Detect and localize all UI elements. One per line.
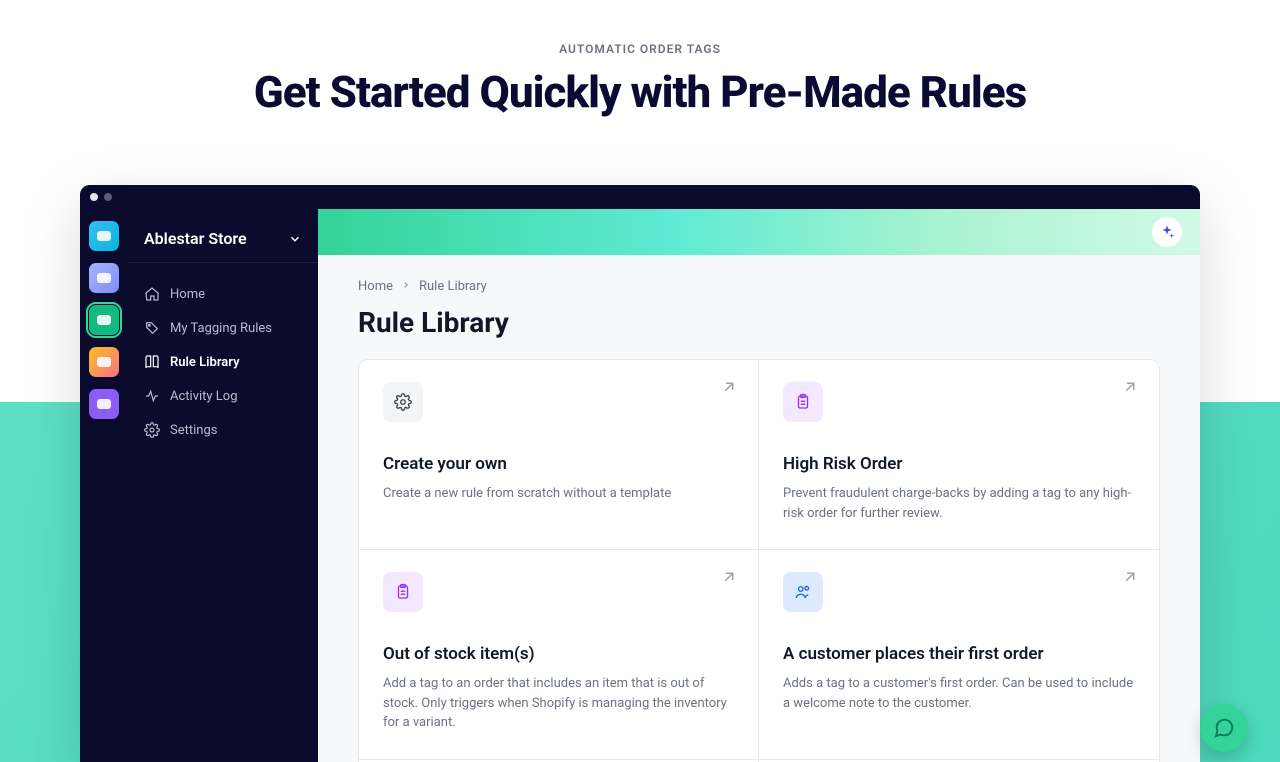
arrow-up-right-icon — [1121, 378, 1139, 400]
store-switcher[interactable]: Ablestar Store — [128, 223, 318, 263]
chevron-right-icon — [401, 279, 411, 294]
page-title: Rule Library — [358, 306, 1160, 339]
arrow-up-right-icon — [720, 378, 738, 400]
card-title: High Risk Order — [783, 454, 1135, 474]
rail-app-4[interactable] — [89, 347, 119, 377]
breadcrumb: Home Rule Library — [358, 279, 1160, 294]
chevron-down-icon — [288, 232, 302, 246]
hero-overline: AUTOMATIC ORDER TAGS — [0, 42, 1280, 56]
rail-app-2[interactable] — [89, 263, 119, 293]
sidebar-item-home[interactable]: Home — [128, 277, 318, 311]
rule-card-grid: Create your own Create a new rule from s… — [358, 359, 1160, 762]
gear-icon — [383, 382, 423, 422]
sidebar-item-label: My Tagging Rules — [170, 321, 272, 336]
store-name: Ablestar Store — [144, 229, 247, 248]
card-title: Out of stock item(s) — [383, 644, 734, 664]
card-description: Create a new rule from scratch without a… — [383, 484, 734, 504]
tag-icon — [144, 320, 160, 336]
rail-app-5[interactable] — [89, 389, 119, 419]
sidebar-item-tagging[interactable]: My Tagging Rules — [128, 311, 318, 345]
rule-card-first-order[interactable]: A customer places their first order Adds… — [759, 550, 1159, 760]
sidebar-item-activity[interactable]: Activity Log — [128, 379, 318, 413]
rule-card-create[interactable]: Create your own Create a new rule from s… — [359, 360, 759, 550]
card-title: Create your own — [383, 454, 734, 474]
page: Home Rule Library Rule Library Create yo… — [318, 255, 1200, 762]
gear-icon — [144, 422, 160, 438]
sparkle-icon — [1159, 224, 1175, 240]
sidebar-item-label: Activity Log — [170, 389, 238, 404]
app-rail — [80, 209, 128, 762]
arrow-up-right-icon — [1121, 568, 1139, 590]
rule-card-high-risk[interactable]: High Risk Order Prevent fraudulent charg… — [759, 360, 1159, 550]
clipboard-icon — [783, 382, 823, 422]
sidebar: Ablestar Store Home My Tagging Rules Rul… — [128, 209, 318, 762]
rule-card-out-of-stock[interactable]: Out of stock item(s) Add a tag to an ord… — [359, 550, 759, 760]
breadcrumb-home[interactable]: Home — [358, 279, 393, 294]
topbar — [318, 209, 1200, 255]
window-dot-icon — [104, 193, 112, 201]
sidebar-item-library[interactable]: Rule Library — [128, 345, 318, 379]
home-icon — [144, 286, 160, 302]
sidebar-item-settings[interactable]: Settings — [128, 413, 318, 447]
sidebar-item-label: Home — [170, 287, 205, 302]
hero-title: Get Started Quickly with Pre-Made Rules — [0, 66, 1280, 118]
help-fab[interactable] — [1200, 704, 1248, 752]
window-titlebar — [80, 185, 1200, 209]
card-title: A customer places their first order — [783, 644, 1135, 664]
card-description: Prevent fraudulent charge-backs by addin… — [783, 484, 1135, 523]
arrow-up-right-icon — [720, 568, 738, 590]
breadcrumb-current: Rule Library — [419, 279, 487, 294]
card-description: Adds a tag to a customer's first order. … — [783, 674, 1135, 713]
window-dot-icon — [90, 193, 98, 201]
book-icon — [144, 354, 160, 370]
sidebar-item-label: Rule Library — [170, 355, 240, 370]
sidebar-nav: Home My Tagging Rules Rule Library Activ… — [128, 277, 318, 447]
users-icon — [783, 572, 823, 612]
sidebar-item-label: Settings — [170, 423, 217, 438]
rail-app-3[interactable] — [89, 305, 119, 335]
sparkle-button[interactable] — [1152, 217, 1182, 247]
card-description: Add a tag to an order that includes an i… — [383, 674, 734, 733]
app-window: Ablestar Store Home My Tagging Rules Rul… — [80, 185, 1200, 762]
rail-app-1[interactable] — [89, 221, 119, 251]
content-area: Home Rule Library Rule Library Create yo… — [318, 209, 1200, 762]
chat-icon — [1213, 717, 1235, 739]
activity-icon — [144, 388, 160, 404]
clipboard-icon — [383, 572, 423, 612]
